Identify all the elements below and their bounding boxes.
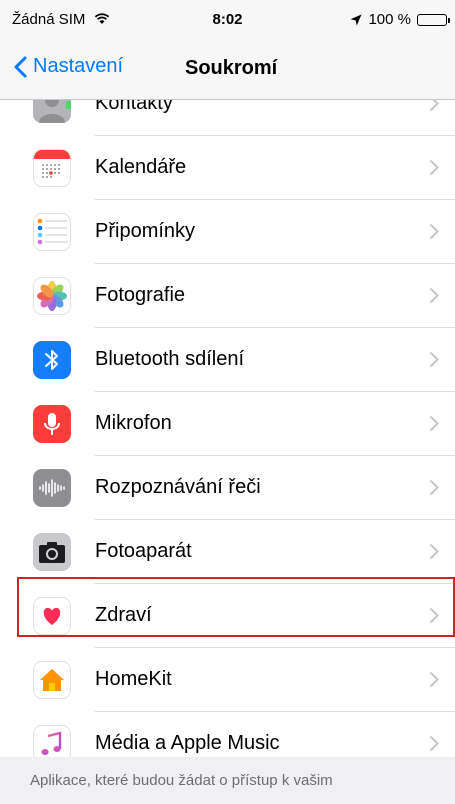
section-footer: Aplikace, které budou žádat o přístup k … <box>0 757 455 804</box>
health-icon <box>33 597 71 635</box>
photos-icon <box>33 277 71 315</box>
speech-recognition-icon <box>33 469 71 507</box>
list-item-contacts[interactable]: Kontakty <box>0 100 455 136</box>
list-item-label: Rozpoznávání řeči <box>95 476 261 498</box>
chevron-right-icon <box>429 543 439 560</box>
list-item-label: Fotoaparát <box>95 540 192 562</box>
list-item-label: Média a Apple Music <box>95 732 280 754</box>
list-item-homekit[interactable]: HomeKit <box>0 648 455 712</box>
status-bar: Žádná SIM 8:02 100 % <box>0 0 455 40</box>
chevron-right-icon <box>429 351 439 368</box>
footer-text: Aplikace, které budou žádat o přístup k … <box>30 772 333 789</box>
list-item-media-apple-music[interactable]: Média a Apple Music <box>0 712 455 757</box>
chevron-right-icon <box>429 159 439 176</box>
list-item-label: Kontakty <box>95 100 173 114</box>
bluetooth-icon <box>33 341 71 379</box>
chevron-left-icon <box>14 56 27 77</box>
list-item-reminders[interactable]: Připomínky <box>0 200 455 264</box>
list-item-bluetooth[interactable]: Bluetooth sdílení <box>0 328 455 392</box>
status-right: 100 % <box>350 11 450 28</box>
list-item-microphone[interactable]: Mikrofon <box>0 392 455 456</box>
reminders-icon <box>33 213 71 251</box>
chevron-right-icon <box>429 607 439 624</box>
list-item-label: Připomínky <box>95 220 196 242</box>
list-item-label: Bluetooth sdílení <box>95 348 244 370</box>
list-item-label: Kalendáře <box>95 156 187 178</box>
back-button[interactable]: Nastavení <box>14 55 123 78</box>
list-item-speech-recognition[interactable]: Rozpoznávání řeči <box>0 456 455 520</box>
list-item-camera[interactable]: Fotoaparát <box>0 520 455 584</box>
privacy-list: Kontakty Kalendáře Připomínky Fotografie… <box>0 100 455 757</box>
battery-icon <box>417 13 450 26</box>
music-icon <box>33 725 71 757</box>
chevron-right-icon <box>429 735 439 752</box>
chevron-right-icon <box>429 671 439 688</box>
chevron-right-icon <box>429 223 439 240</box>
chevron-right-icon <box>429 479 439 496</box>
calendar-icon <box>33 149 71 187</box>
camera-icon <box>33 533 71 571</box>
chevron-right-icon <box>429 100 439 112</box>
microphone-icon <box>33 405 71 443</box>
list-item-photos[interactable]: Fotografie <box>0 264 455 328</box>
list-item-label: HomeKit <box>95 668 172 690</box>
list-item-label: Zdraví <box>95 604 152 626</box>
list-item-calendars[interactable]: Kalendáře <box>0 136 455 200</box>
chevron-right-icon <box>429 287 439 304</box>
list-item-label: Fotografie <box>95 284 186 306</box>
chevron-right-icon <box>429 415 439 432</box>
location-arrow-icon <box>350 14 362 25</box>
battery-percent: 100 % <box>368 11 411 28</box>
back-button-label: Nastavení <box>33 55 124 77</box>
list-item-health[interactable]: Zdraví <box>0 584 455 648</box>
list-item-label: Mikrofon <box>95 412 172 434</box>
contacts-icon <box>33 100 71 123</box>
homekit-icon <box>33 661 71 699</box>
navigation-bar: Nastavení Soukromí <box>0 40 455 100</box>
page-title: Soukromí <box>185 57 278 79</box>
